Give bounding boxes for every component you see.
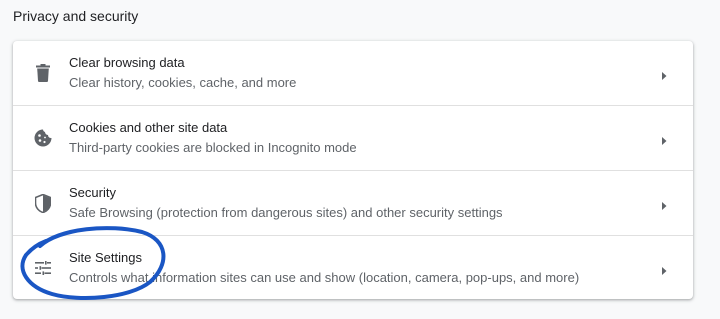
privacy-security-card: Clear browsing data Clear history, cooki… [13, 41, 693, 299]
clear-browsing-data-row[interactable]: Clear browsing data Clear history, cooki… [13, 41, 693, 105]
row-subtitle: Clear history, cookies, cache, and more [69, 75, 297, 90]
cookies-site-data-row[interactable]: Cookies and other site data Third-party … [13, 106, 693, 170]
row-title: Clear browsing data [69, 55, 185, 70]
row-title: Security [69, 185, 116, 200]
trash-icon [33, 63, 53, 83]
row-subtitle: Third-party cookies are blocked in Incog… [69, 140, 357, 155]
arrow-right-icon [659, 68, 669, 80]
cookie-icon [33, 128, 53, 148]
settings-page: Privacy and security Clear browsing data… [0, 0, 720, 319]
section-title: Privacy and security [13, 8, 139, 24]
arrow-right-icon [659, 133, 669, 145]
arrow-right-icon [659, 198, 669, 210]
row-subtitle: Controls what information sites can use … [69, 270, 580, 285]
row-title: Cookies and other site data [69, 120, 228, 135]
tune-icon [33, 258, 53, 278]
site-settings-row[interactable]: Site Settings Controls what information … [13, 236, 693, 299]
row-title: Site Settings [69, 250, 142, 265]
row-subtitle: Safe Browsing (protection from dangerous… [69, 205, 503, 220]
security-row[interactable]: Security Safe Browsing (protection from … [13, 171, 693, 235]
shield-icon [33, 193, 53, 213]
arrow-right-icon [659, 263, 669, 275]
